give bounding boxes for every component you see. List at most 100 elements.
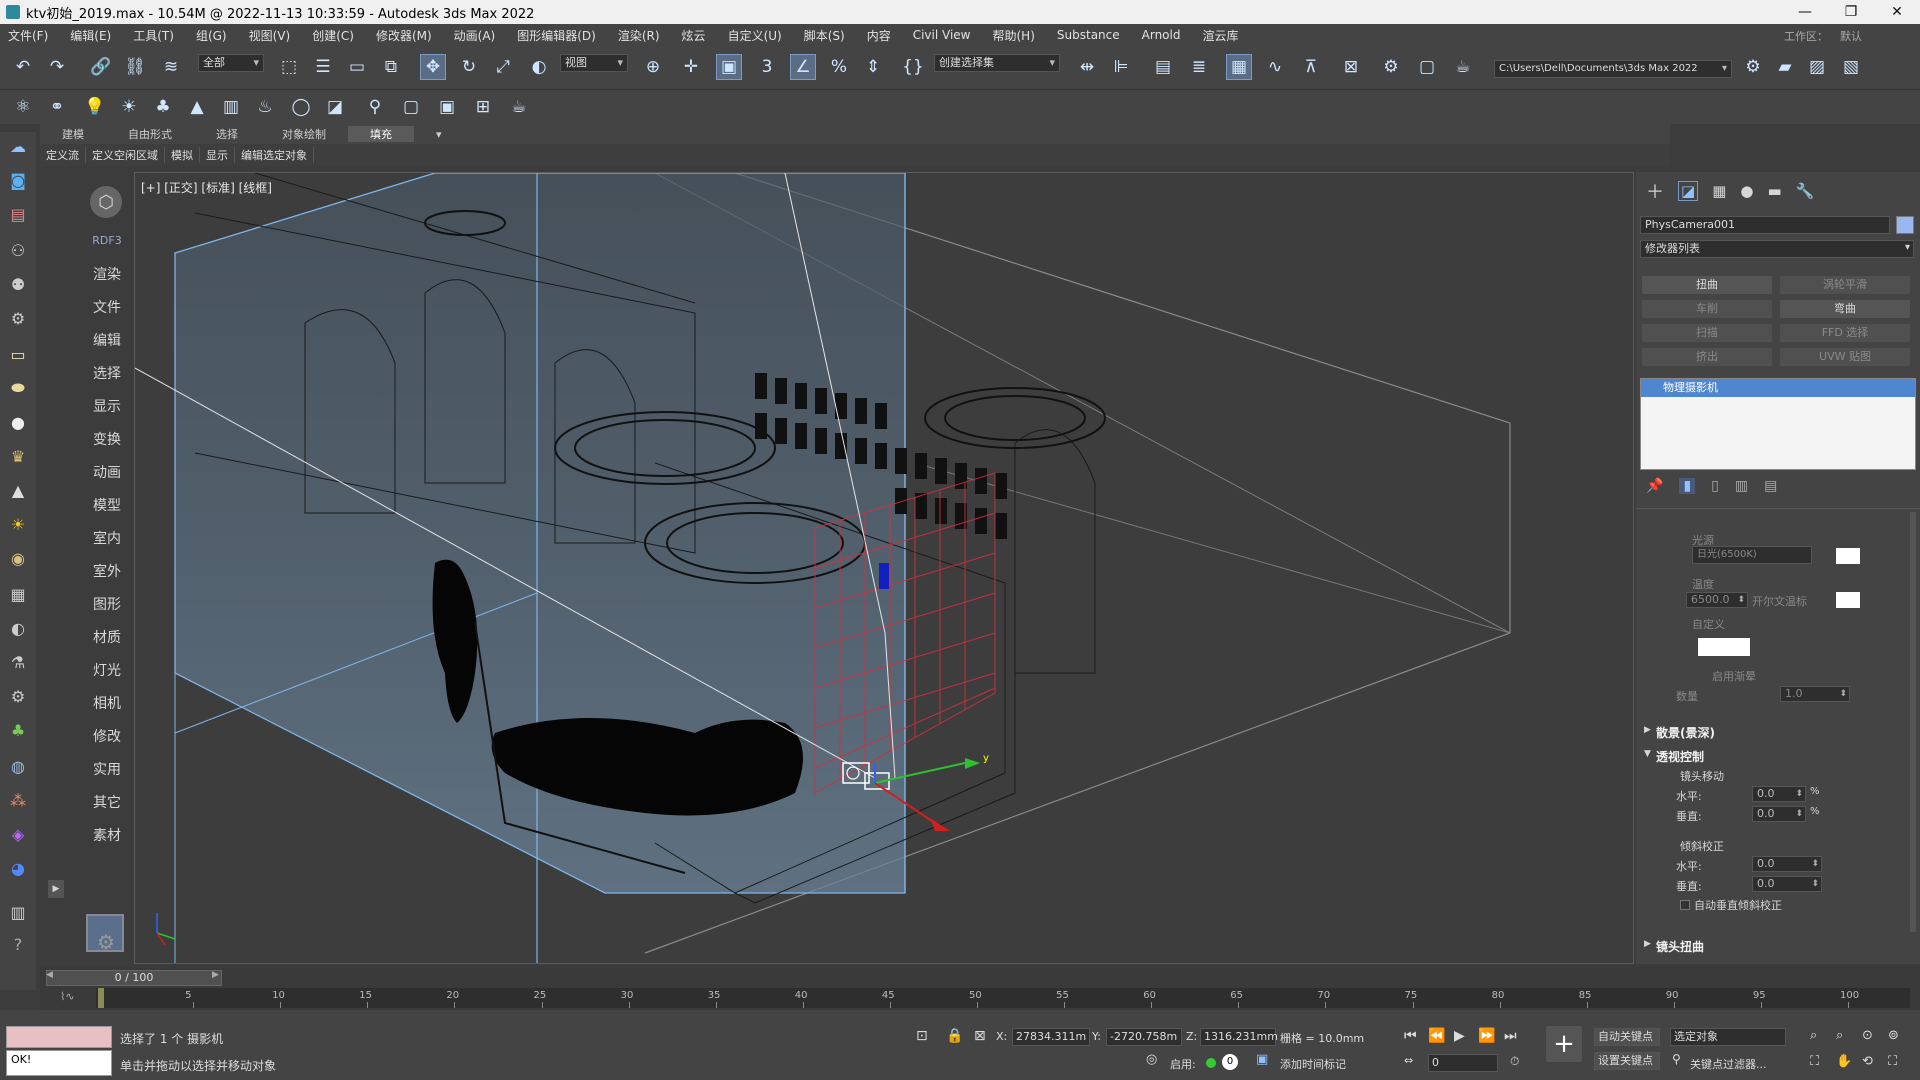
adaptive-degradation-icon[interactable]: ◎	[1146, 1052, 1157, 1067]
shift-vertical-spinner[interactable]: 0.0	[1752, 806, 1806, 822]
menu-customize[interactable]: 自定义(U)	[728, 27, 782, 44]
ribbon-tab-object-paint[interactable]: 对象绘制	[260, 126, 348, 142]
make-unique-icon[interactable]: ▯	[1711, 478, 1719, 494]
angle-snap-icon[interactable]: ∠	[790, 54, 816, 80]
zoom-extents-all-icon[interactable]: ⊚	[1888, 1028, 1899, 1043]
cmd-edit[interactable]: 编辑	[82, 330, 132, 350]
mini-curve-icon[interactable]: ⌇∿	[60, 990, 75, 1003]
rendered-frame-icon[interactable]: ▢	[1414, 54, 1440, 80]
field-of-view-icon[interactable]: ⛶	[1810, 1054, 1819, 1069]
current-frame-field[interactable]: 0	[1428, 1054, 1498, 1072]
link-icon[interactable]: 🔗	[88, 54, 114, 80]
modifier-uvw-map-button[interactable]: UVW 贴图	[1780, 348, 1910, 366]
spinner-snap-icon[interactable]: ⇕	[860, 54, 886, 80]
modifier-ffd-select-button[interactable]: FFD 选择	[1780, 324, 1910, 342]
unlink-icon[interactable]: ⛓	[122, 54, 148, 80]
menu-xuanyunku[interactable]: 渲云库	[1202, 27, 1238, 44]
amount-spinner[interactable]: 1.0	[1780, 686, 1850, 702]
tilt-vertical-spinner[interactable]: 0.0	[1752, 876, 1822, 892]
strip-19-icon[interactable]: ◍	[6, 754, 30, 778]
ring-icon[interactable]: ◯	[288, 94, 314, 120]
menu-help[interactable]: 帮助(H)	[993, 27, 1035, 44]
time-tag-icon[interactable]: ▣	[1256, 1052, 1268, 1067]
define-idle-areas-button[interactable]: 定义空闲区域	[86, 147, 165, 163]
menu-graph-editors[interactable]: 图形编辑器(D)	[517, 27, 596, 44]
play-icon[interactable]: ▶	[1454, 1028, 1465, 1044]
track-bar[interactable]: 5 10 15 20 25 30 35 40 45 50 55 60 65 70 75 80 85 90 95 100	[96, 988, 1910, 1008]
tilt-horizontal-spinner[interactable]: 0.0	[1752, 856, 1822, 872]
cmd-other[interactable]: 其它	[82, 792, 132, 812]
maximize-button[interactable]: ❐	[1828, 0, 1874, 24]
undo-icon[interactable]: ↶	[10, 54, 36, 80]
sun-icon[interactable]: ☀	[116, 94, 142, 120]
key-mode-icon[interactable]: ⇔	[1404, 1054, 1413, 1067]
selection-filter-dropdown[interactable]: 全部	[198, 54, 264, 72]
cmd-utility[interactable]: 实用	[82, 759, 132, 779]
ribbon-tab-freeform[interactable]: 自由形式	[106, 126, 194, 142]
curve-editor-icon[interactable]: ∿	[1262, 54, 1288, 80]
render-setup-icon[interactable]: ⚙	[1378, 54, 1404, 80]
place-icon[interactable]: ◐	[526, 54, 552, 80]
set-key-plus-icon[interactable]: +	[1546, 1026, 1582, 1062]
strip-12-icon[interactable]: ☀	[6, 512, 30, 536]
cmd-camera[interactable]: 相机	[82, 693, 132, 713]
edit-selected-button[interactable]: 编辑选定对象	[235, 147, 314, 163]
custom-color-swatch[interactable]	[1698, 638, 1750, 656]
strip-1-icon[interactable]: ☁	[6, 134, 30, 158]
strip-11-icon[interactable]: ▲	[6, 478, 30, 502]
percent-snap-icon[interactable]: %	[826, 54, 852, 80]
bokeh-expand-icon[interactable]: ▶	[1644, 725, 1651, 735]
strip-14-icon[interactable]: ▦	[6, 582, 30, 606]
select-rotate-icon[interactable]: ↻	[456, 54, 482, 80]
simulate-button[interactable]: 模拟	[165, 147, 200, 163]
ribbon-tab-populate[interactable]: 填充	[348, 126, 414, 142]
window-crossing-icon[interactable]: ⧉	[378, 54, 404, 80]
utilities-tab-icon[interactable]: 🔧	[1796, 182, 1815, 200]
strip-3-icon[interactable]: ▤	[6, 202, 30, 226]
hierarchy-tab-icon[interactable]: ▦	[1712, 182, 1726, 200]
modifier-twist-button[interactable]: 扭曲	[1642, 276, 1772, 294]
modify-tab-icon[interactable]: ◪	[1678, 181, 1699, 201]
flame-icon[interactable]: ♨	[252, 94, 278, 120]
selected-object-dropdown[interactable]: 选定对象	[1670, 1028, 1786, 1046]
next-frame-icon[interactable]: ⏩	[1478, 1028, 1495, 1044]
show-end-result-icon[interactable]: ▮	[1679, 478, 1696, 494]
pivot-center-icon[interactable]: ⊕	[640, 54, 666, 80]
object-name-field[interactable]: PhysCamera001	[1640, 216, 1890, 234]
cmd-lights[interactable]: 灯光	[82, 660, 132, 680]
perspective-control-rollout-header[interactable]: 透视控制	[1656, 748, 1704, 765]
cmd-assets[interactable]: 素材	[82, 825, 132, 845]
schematic-view-icon[interactable]: ⊼	[1298, 54, 1324, 80]
extra-tool-2-icon[interactable]: ⚭	[44, 94, 70, 120]
define-flows-button[interactable]: 定义流	[40, 147, 86, 163]
menu-animation[interactable]: 动画(A)	[454, 27, 496, 44]
bulb-small-icon[interactable]: ⚲	[362, 94, 388, 120]
y-coord-field[interactable]: -2720.758m	[1106, 1028, 1182, 1046]
goto-start-icon[interactable]: ⏮	[1404, 1028, 1417, 1044]
render-production-icon[interactable]: ☕	[1450, 54, 1476, 80]
cmd-animation[interactable]: 动画	[82, 462, 132, 482]
strip-17-icon[interactable]: ⚙	[6, 684, 30, 708]
prev-frame-icon[interactable]: ⏪	[1428, 1028, 1445, 1044]
rect-selection-icon[interactable]: ▭	[344, 54, 370, 80]
named-selection-dropdown[interactable]: 创建选择集	[934, 54, 1060, 72]
menu-create[interactable]: 创建(C)	[312, 27, 354, 44]
object-color-swatch[interactable]	[1896, 216, 1914, 234]
strip-16-icon[interactable]: ⚗	[6, 650, 30, 674]
cmd-transform[interactable]: 变换	[82, 429, 132, 449]
command-panel-scrollbar[interactable]	[1910, 512, 1916, 932]
viewport-orthographic[interactable]: y [+] [正交] [标准] [线框]	[134, 172, 1634, 964]
select-scale-icon[interactable]: ⤢	[490, 54, 516, 80]
cmd-material[interactable]: 材质	[82, 627, 132, 647]
bokeh-rollout-header[interactable]: 散景(景深)	[1656, 724, 1715, 741]
strip-22-icon[interactable]: ◕	[6, 856, 30, 880]
menu-file[interactable]: 文件(F)	[8, 27, 48, 44]
project-folder-icon[interactable]: ▰	[1772, 54, 1798, 80]
distortion-expand-icon[interactable]: ▶	[1644, 939, 1651, 949]
modifier-turbosmooth-button[interactable]: 涡轮平滑	[1780, 276, 1910, 294]
x-coord-field[interactable]: 27834.311m	[1012, 1028, 1090, 1046]
cmd-render[interactable]: 渲染	[82, 264, 132, 284]
time-slider-next-icon[interactable]: ▶	[212, 970, 219, 980]
align-icon[interactable]: ⊫	[1108, 54, 1134, 80]
time-slider[interactable]: 0 / 100	[46, 970, 222, 986]
